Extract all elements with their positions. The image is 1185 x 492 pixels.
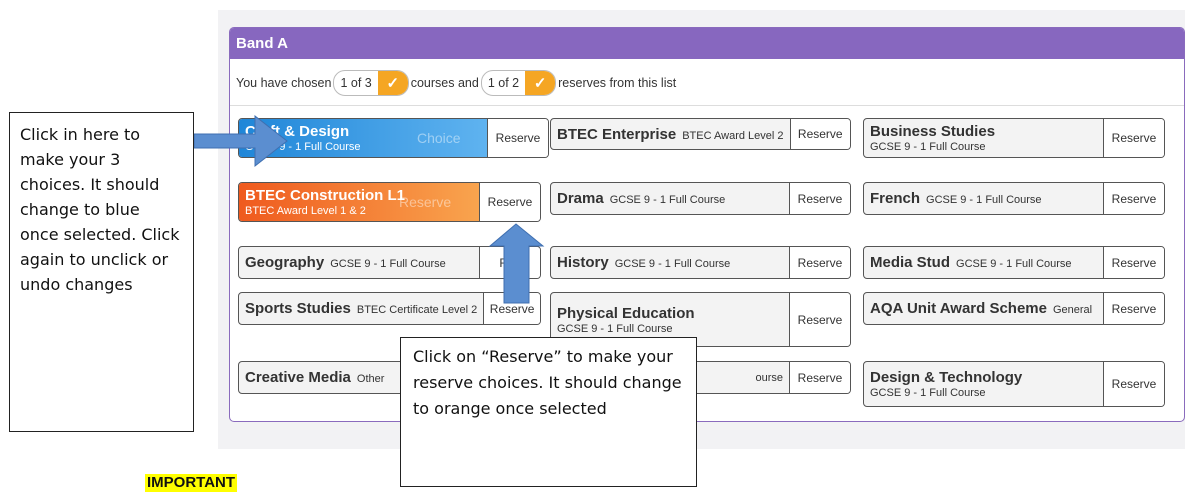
reserve-instruction-callout: Click on “Reserve” to make your reserve … bbox=[400, 337, 697, 487]
choices-instruction-callout: Click in here to make your 3 choices. It… bbox=[9, 112, 194, 432]
up-arrow-icon bbox=[488, 223, 545, 304]
important-label: IMPORTANT bbox=[145, 474, 238, 492]
right-arrow-icon bbox=[193, 114, 288, 168]
